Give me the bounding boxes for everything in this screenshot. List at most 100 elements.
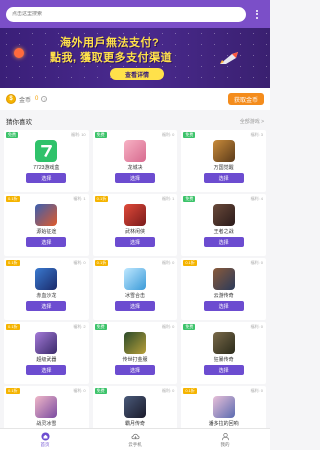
game-card[interactable]: 0.1折 福利: 1 源始征途选择: [4, 194, 89, 256]
game-card[interactable]: 免费 福利: 10 7723游戏盒 选择: [4, 130, 89, 192]
benefit-count: 福利: 2: [73, 324, 86, 329]
price-tag: 免费: [183, 132, 196, 138]
coin-value: 0: [35, 96, 39, 102]
search-bar[interactable]: [6, 6, 246, 22]
nav-home-label: 首页: [40, 441, 50, 447]
nav-profile-label: 我的: [220, 441, 230, 447]
game-card[interactable]: 0.1折 福利: 0 赤血沙龙选择: [4, 258, 89, 320]
benefit-count: 福利: 0: [73, 260, 86, 265]
select-button[interactable]: 选择: [203, 301, 244, 311]
select-button[interactable]: 选择: [114, 237, 155, 247]
select-button[interactable]: 选择: [203, 365, 244, 375]
game-thumbnail: [123, 204, 146, 226]
price-tag: 免费: [94, 324, 107, 330]
game-card[interactable]: 0.1折 福利: 0 冰雪合击 选择: [92, 258, 178, 320]
benefit-count: 福利: 0: [250, 260, 263, 265]
search-input[interactable]: [12, 11, 240, 17]
select-button[interactable]: 选择: [203, 237, 244, 247]
select-button[interactable]: 选择: [26, 301, 67, 311]
game-thumbnail: [123, 396, 146, 418]
select-button[interactable]: 选择: [203, 173, 244, 183]
top-bar: [0, 0, 270, 28]
banner-subheadline: 點我, 獲取更多支付渠道: [50, 52, 173, 64]
price-tag: 0.1折: [94, 196, 109, 202]
benefit-count: 福利: 0: [250, 388, 263, 393]
select-button[interactable]: 选择: [26, 365, 67, 375]
game-grid: 免费 福利: 10 7723游戏盒 选择 免费 福利: 0 龙城决 选择 免费 福利: 3 万国觉醒…: [4, 130, 266, 448]
price-tag: 免费: [6, 132, 18, 138]
view-details-button[interactable]: 查看详情: [110, 68, 164, 80]
select-button[interactable]: 选择: [26, 173, 67, 183]
home-icon: [40, 431, 50, 441]
cloud-phone-icon: [131, 433, 139, 439]
game-name: 万国觉醒: [213, 165, 234, 171]
price-tag: 0.1折: [6, 260, 20, 266]
game-name: 狂暴传奇: [213, 357, 234, 363]
get-coins-button[interactable]: 获取金币: [227, 93, 264, 105]
game-name: 龙城决: [127, 165, 143, 171]
game-card[interactable]: 0.1折 福利: 2 超级武器选择: [4, 322, 89, 384]
price-tag: 0.1折: [6, 324, 20, 330]
game-card[interactable]: 免费 福利: 0 狂暴传奇 选择: [181, 322, 266, 384]
select-button[interactable]: 选择: [26, 237, 67, 247]
game-thumbnail: [123, 268, 146, 290]
game-card[interactable]: 免费 福利: 4 王者之战选择: [181, 194, 266, 256]
game-thumbnail: [35, 204, 58, 226]
nav-profile[interactable]: 我的: [180, 429, 270, 450]
game-thumbnail: [212, 204, 235, 226]
bottom-nav: 首页 云手机 我的: [0, 428, 270, 450]
game-name: 源始征途: [36, 229, 57, 235]
benefit-count: 福利: 0: [161, 324, 175, 329]
game-name: 战灵冰雪: [36, 421, 57, 427]
benefit-count: 福利: 10: [70, 132, 86, 137]
select-button[interactable]: 选择: [114, 301, 155, 311]
select-button[interactable]: 选择: [114, 173, 155, 183]
game-thumbnail: [35, 332, 58, 354]
section-header: 猜你喜欢 全部游戏 >: [0, 114, 270, 128]
price-tag: 0.1折: [183, 388, 197, 394]
game-thumbnail: [212, 332, 235, 354]
price-tag: 免费: [94, 388, 107, 394]
benefit-count: 福利: 0: [73, 388, 86, 393]
game-card[interactable]: 免费 福利: 3 万国觉醒选择: [181, 130, 266, 192]
payment-banner[interactable]: 海外用戶無法支付? 點我, 獲取更多支付渠道 查看详情: [0, 28, 270, 88]
price-tag: 0.1折: [183, 260, 197, 266]
game-thumbnail: [35, 268, 58, 290]
price-tag: 免费: [94, 132, 107, 138]
game-thumbnail: [123, 332, 146, 354]
more-options-icon[interactable]: [250, 7, 264, 21]
benefit-count: 福利: 1: [161, 196, 175, 201]
game-name: 王者之战: [213, 229, 234, 235]
price-tag: 0.1折: [6, 388, 20, 394]
game-name: 赤血沙龙: [36, 293, 57, 299]
game-card[interactable]: 0.1折 福利: 0 云游传奇选择: [181, 258, 266, 320]
benefit-count: 福利: 3: [250, 132, 263, 137]
benefit-count: 福利: 1: [73, 196, 86, 201]
coin-icon: $: [6, 94, 16, 104]
game-name: 超级武器: [36, 357, 57, 363]
nav-home[interactable]: 首页: [0, 429, 90, 450]
section-title: 猜你喜欢: [6, 119, 32, 126]
game-logo-icon: [41, 145, 53, 158]
game-card[interactable]: 免费 福利: 0 龙城决 选择: [92, 130, 178, 192]
price-tag: 0.1折: [6, 196, 20, 202]
benefit-count: 福利: 0: [250, 324, 263, 329]
game-name: 云游传奇: [213, 293, 234, 299]
banner-headline: 海外用戶無法支付?: [60, 37, 160, 49]
price-tag: 0.1折: [94, 260, 109, 266]
select-button[interactable]: 选择: [114, 365, 155, 375]
help-icon[interactable]: ?: [41, 96, 48, 102]
all-games-link[interactable]: 全部游戏 >: [240, 118, 264, 125]
game-card[interactable]: 免费 福利: 0 传世打金服 选择: [92, 322, 178, 384]
game-name: 霸月传奇: [124, 421, 145, 427]
planet-decoration: [14, 48, 24, 58]
game-thumbnail: [212, 140, 235, 162]
nav-cloud-phone[interactable]: 云手机: [90, 429, 180, 450]
game-card[interactable]: 0.1折 福利: 1 武林闲侠 选择: [92, 194, 178, 256]
game-thumbnail: [35, 140, 58, 162]
coin-label: 金币: [19, 97, 32, 104]
price-tag: 免费: [183, 196, 196, 202]
coin-bar: $ 金币 0 ? 获取金币: [0, 88, 270, 110]
game-name: 冰雪合击: [124, 293, 145, 299]
benefit-count: 福利: 4: [250, 196, 263, 201]
